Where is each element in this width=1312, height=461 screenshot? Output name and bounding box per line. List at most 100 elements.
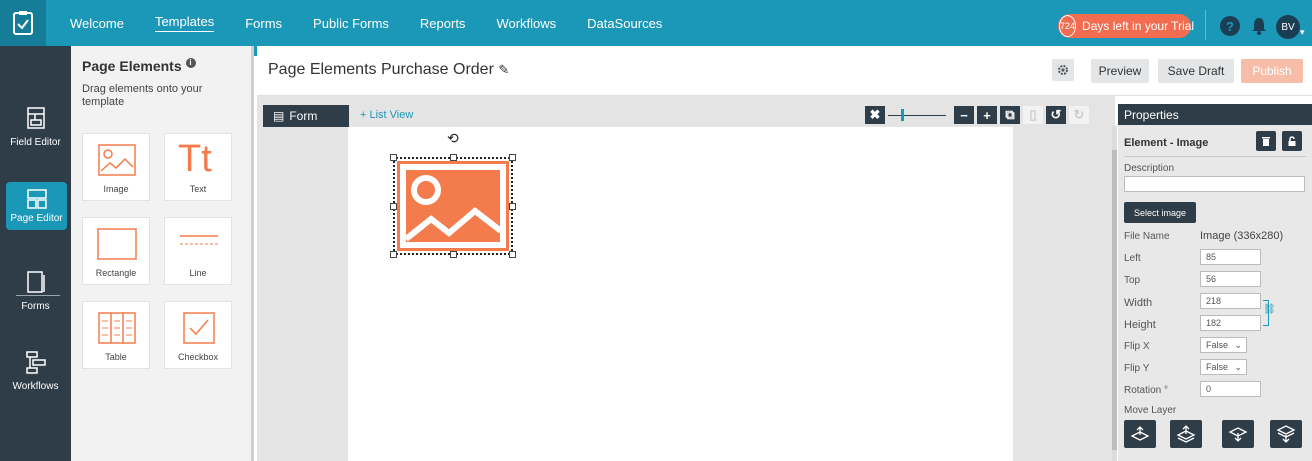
main-nav: Welcome Templates Forms Public Forms Rep… [70, 0, 693, 46]
element-tile-rectangle[interactable]: Rectangle [82, 217, 150, 285]
rotation-label: Rotation ° [1124, 385, 1169, 396]
resize-handle[interactable] [390, 203, 397, 210]
page-elements-panel: Page Elements i Drag elements onto your … [71, 46, 254, 461]
bring-to-front-button[interactable] [1170, 420, 1202, 448]
resize-handle[interactable] [509, 251, 516, 258]
bring-forward-button[interactable] [1124, 420, 1156, 448]
tile-label: Table [105, 352, 127, 362]
resize-handle[interactable] [509, 203, 516, 210]
send-to-back-button[interactable] [1270, 420, 1302, 448]
gear-icon [1058, 65, 1068, 75]
checkbox-icon [183, 312, 215, 344]
element-tile-table[interactable]: Table [82, 301, 150, 369]
zoom-slider[interactable] [888, 106, 948, 124]
width-field[interactable]: 218 [1200, 293, 1261, 309]
flip-x-select[interactable]: False ⌄ [1200, 337, 1247, 353]
flip-y-select[interactable]: False ⌄ [1200, 359, 1247, 375]
top-label: Top [1124, 275, 1141, 286]
rail-item-workflows[interactable]: Workflows [0, 350, 71, 392]
delete-button[interactable] [1256, 131, 1276, 151]
trial-count: 724 [1059, 15, 1077, 37]
left-field[interactable]: 85 [1200, 249, 1261, 265]
slider-knob[interactable] [901, 109, 904, 121]
undo-button[interactable]: ↺ [1046, 106, 1066, 124]
image-element[interactable] [390, 154, 516, 258]
zoom-out-button[interactable]: − [954, 106, 974, 124]
rail-label: Page Editor [10, 213, 63, 224]
link-icon[interactable]: ⛓ [1263, 304, 1276, 315]
bring-to-front-icon [1176, 425, 1196, 443]
redo-button[interactable]: ↻ [1069, 106, 1089, 124]
checklist-icon [13, 11, 33, 35]
height-label: Height [1124, 319, 1156, 331]
image-placeholder [397, 161, 509, 251]
rotation-field[interactable]: 0 [1200, 381, 1261, 397]
element-tile-image[interactable]: Image [82, 133, 150, 201]
pencil-icon[interactable]: ✎ [498, 62, 509, 77]
nav-public-forms[interactable]: Public Forms [313, 16, 389, 31]
tab-form[interactable]: ▤ Form [263, 105, 349, 127]
description-field[interactable] [1124, 176, 1305, 192]
panel-subtitle: Drag elements onto your template [82, 83, 203, 108]
chevron-down-icon: ⌄ [1234, 339, 1242, 350]
rail-item-page-editor[interactable]: Page Editor [6, 182, 67, 230]
select-image-button[interactable]: Select image [1124, 202, 1196, 223]
nav-welcome[interactable]: Welcome [70, 16, 124, 31]
avatar[interactable]: BV [1276, 15, 1300, 39]
tile-label: Image [103, 184, 129, 194]
nav-templates[interactable]: Templates [154, 14, 215, 32]
element-tile-text[interactable]: Tt Text [164, 133, 232, 201]
resize-handle[interactable] [390, 251, 397, 258]
tile-label: Text [189, 184, 207, 194]
top-field[interactable]: 56 [1200, 271, 1261, 287]
rail-label: Workflows [12, 381, 59, 392]
element-tile-line[interactable]: Line [164, 217, 232, 285]
copy-button[interactable]: ⧉ [1000, 106, 1020, 124]
design-workarea: ▤ Form + List View ✖ − + ⧉ ▯ ↺ ↻ ⟲ [257, 96, 1115, 461]
lock-button[interactable] [1282, 131, 1302, 151]
resize-handle[interactable] [450, 154, 457, 161]
settings-button[interactable] [1052, 59, 1074, 81]
tile-label: Rectangle [95, 268, 137, 278]
tools-button[interactable]: ✖ [865, 106, 885, 124]
rail-item-forms[interactable]: Forms [0, 270, 71, 312]
app-logo[interactable] [0, 0, 46, 46]
trial-badge[interactable]: 724 Days left in your Trial [1058, 14, 1194, 38]
table-icon [98, 312, 136, 344]
rectangle-icon [97, 228, 137, 260]
nav-forms[interactable]: Forms [245, 16, 282, 31]
nav-datasources[interactable]: DataSources [587, 16, 662, 31]
resize-handle[interactable] [390, 154, 397, 161]
rotate-handle-icon[interactable]: ⟲ [447, 130, 459, 147]
element-tile-checkbox[interactable]: Checkbox [164, 301, 232, 369]
zoom-in-button[interactable]: + [977, 106, 997, 124]
width-label: Width [1124, 297, 1153, 309]
forms-icon [26, 271, 45, 293]
nav-workflows[interactable]: Workflows [496, 16, 556, 31]
chevron-down-icon: ⌄ [1234, 361, 1242, 372]
save-draft-button[interactable]: Save Draft [1158, 59, 1234, 83]
publish-button[interactable]: Publish [1241, 59, 1303, 83]
info-icon[interactable]: i [185, 58, 196, 68]
add-list-view-link[interactable]: + List View [360, 109, 413, 121]
resize-handle[interactable] [450, 251, 457, 258]
nav-reports[interactable]: Reports [420, 16, 466, 31]
editor-header: Page Elements Purchase Order ✎ Preview S… [257, 46, 1312, 96]
chevron-down-icon[interactable]: ▾ [1300, 27, 1305, 38]
rail-label: Forms [21, 301, 50, 312]
flip-x-label: Flip X [1124, 341, 1150, 352]
preview-button[interactable]: Preview [1091, 59, 1149, 83]
design-canvas[interactable]: ⟲ [348, 127, 1013, 461]
height-field[interactable]: 182 [1200, 315, 1261, 331]
trash-icon [1262, 136, 1270, 146]
bell-icon[interactable] [1251, 16, 1267, 36]
scrollbar-thumb[interactable] [1112, 150, 1117, 450]
rail-item-field-editor[interactable]: Field Editor [0, 106, 71, 148]
help-icon[interactable]: ? [1220, 16, 1240, 36]
resize-handle[interactable] [509, 154, 516, 161]
paste-button[interactable]: ▯ [1023, 106, 1043, 124]
line-icon [180, 235, 218, 245]
element-title: Element - Image [1124, 137, 1209, 149]
tile-label: Line [189, 268, 207, 278]
send-backward-button[interactable] [1222, 420, 1254, 448]
